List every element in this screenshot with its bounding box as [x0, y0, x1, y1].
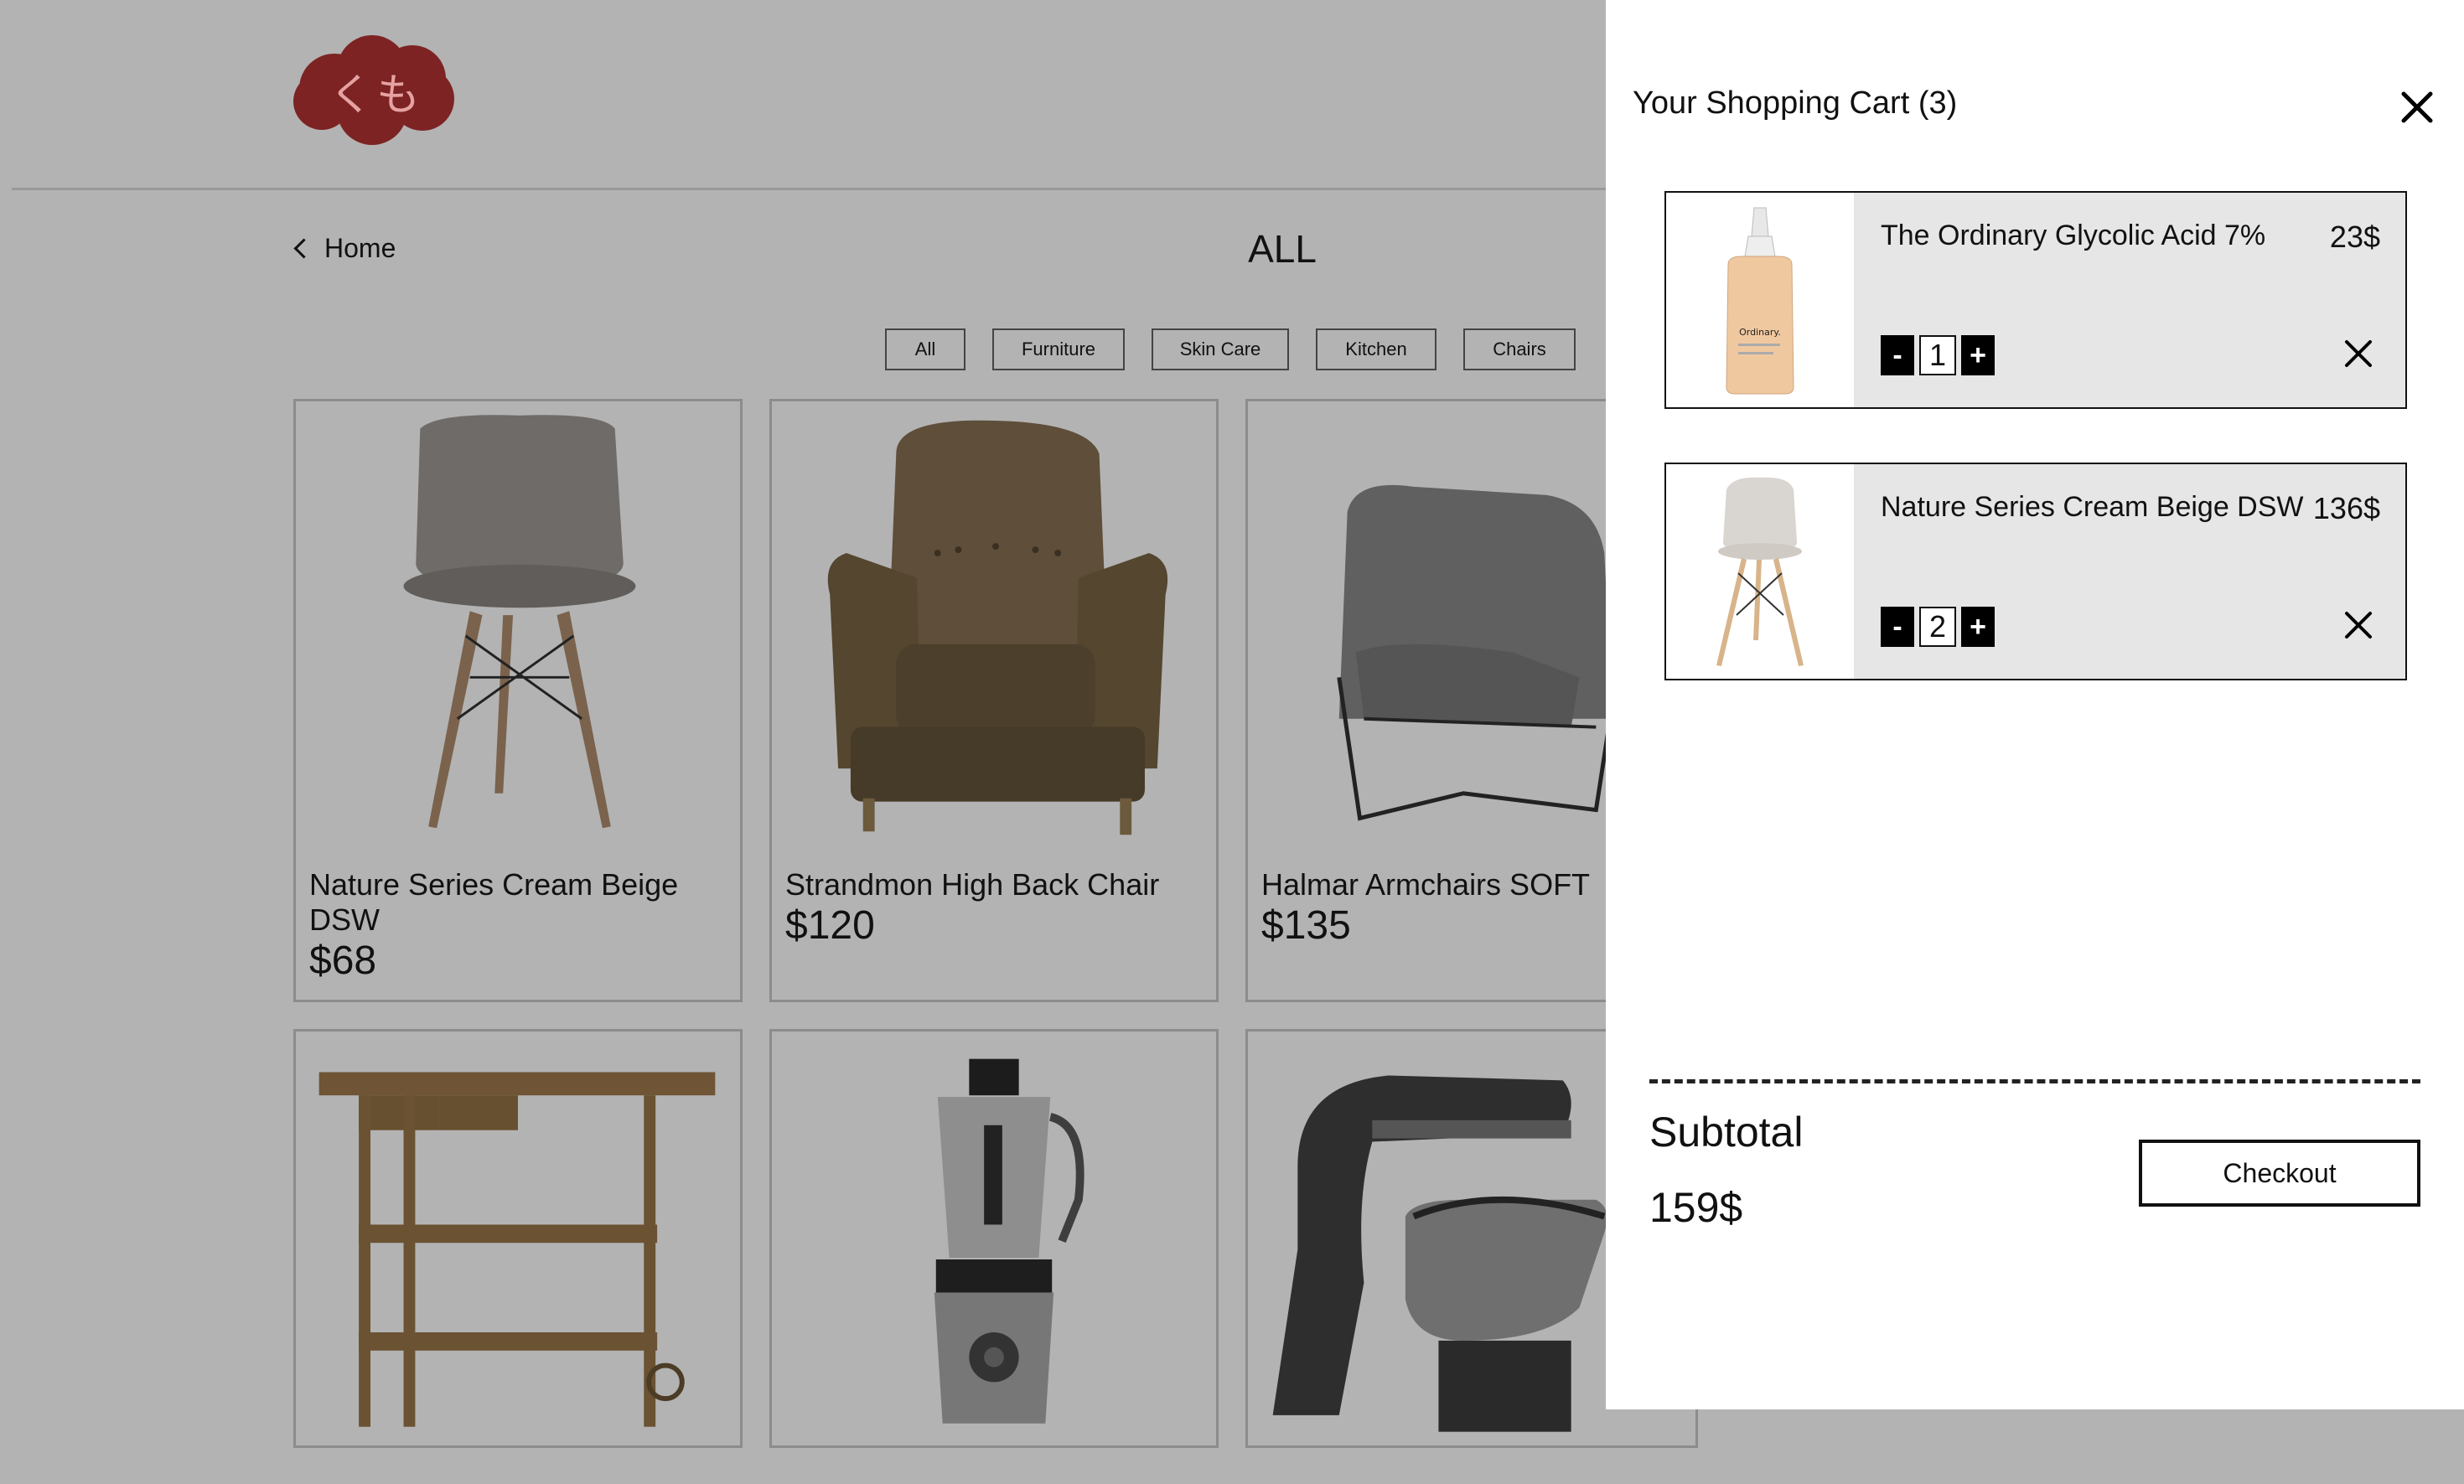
page-title: ALL: [1248, 227, 1317, 271]
cart-item-name: Nature Series Cream Beige DSW: [1881, 491, 2304, 523]
subtotal-value: 159$: [1649, 1184, 1743, 1231]
cart-title: Your Shopping Cart (3): [1633, 85, 1958, 121]
cart-item: Nature Series Cream Beige DSW 136$ - 2 +: [1664, 463, 2407, 680]
chevron-left-icon: [293, 238, 314, 259]
quantity-stepper: - 2 +: [1881, 607, 1995, 647]
back-link-label: Home: [324, 233, 396, 263]
filter-furniture-button[interactable]: Furniture: [992, 328, 1125, 370]
site-header: くも: [0, 0, 1606, 190]
increase-quantity-button[interactable]: +: [1961, 607, 1995, 647]
product-name: Nature Series Cream Beige DSW: [309, 867, 679, 937]
filter-chairs-button[interactable]: Chairs: [1463, 328, 1576, 370]
checkout-button[interactable]: Checkout: [2139, 1140, 2420, 1207]
close-icon[interactable]: [2394, 84, 2441, 131]
filter-all-button[interactable]: All: [885, 328, 965, 370]
kitchen-cart-image: [318, 1072, 716, 1427]
shopping-cart-drawer: Your Shopping Cart (3) Ordinary. The Ord…: [1606, 0, 2464, 1409]
product-card[interactable]: [293, 1029, 743, 1448]
cart-item-price: 23$: [2329, 220, 2380, 254]
header-divider: [12, 188, 1606, 190]
product-card[interactable]: Nature Series Cream Beige DSW $68: [293, 399, 743, 1002]
increase-quantity-button[interactable]: +: [1961, 335, 1995, 375]
product-price: $135: [1261, 903, 1351, 948]
logo-text: くも: [329, 70, 423, 121]
wingback-chair-image: [827, 420, 1168, 835]
filter-kitchen-button[interactable]: Kitchen: [1316, 328, 1436, 370]
remove-item-icon[interactable]: [2343, 610, 2373, 640]
subtotal-divider: [1649, 1079, 2420, 1083]
beige-chair-thumbnail-image: [1666, 464, 1854, 679]
blender-image: [934, 1058, 1084, 1424]
decrease-quantity-button[interactable]: -: [1881, 607, 1914, 647]
product-name: Strandmon High Back Chair: [785, 867, 1160, 902]
quantity-value: 1: [1919, 335, 1956, 375]
product-card[interactable]: Strandmon High Back Chair $120: [769, 399, 1219, 1002]
cart-item: Ordinary. The Ordinary Glycolic Acid 7% …: [1664, 191, 2407, 409]
decrease-quantity-button[interactable]: -: [1881, 335, 1914, 375]
back-to-home-link[interactable]: Home: [292, 233, 396, 264]
category-filters: All Furniture Skin Care Kitchen Chairs: [885, 328, 1576, 370]
remove-item-icon[interactable]: [2343, 339, 2373, 369]
filter-skin-care-button[interactable]: Skin Care: [1152, 328, 1289, 370]
product-card[interactable]: [769, 1029, 1219, 1448]
glycolic-toner-bottle-image: Ordinary.: [1666, 193, 1854, 407]
quantity-stepper: - 1 +: [1881, 335, 1995, 375]
beige-chair-image: [403, 415, 636, 829]
cart-item-price: 136$: [2312, 491, 2380, 525]
bottle-label-text: Ordinary.: [1739, 327, 1781, 338]
logo[interactable]: くも: [288, 30, 464, 147]
quantity-value: 2: [1919, 607, 1956, 647]
cart-item-name: The Ordinary Glycolic Acid 7%: [1881, 220, 2266, 251]
subtotal-label: Subtotal: [1649, 1109, 1804, 1156]
product-price: $120: [785, 903, 875, 948]
product-price: $68: [309, 938, 377, 983]
